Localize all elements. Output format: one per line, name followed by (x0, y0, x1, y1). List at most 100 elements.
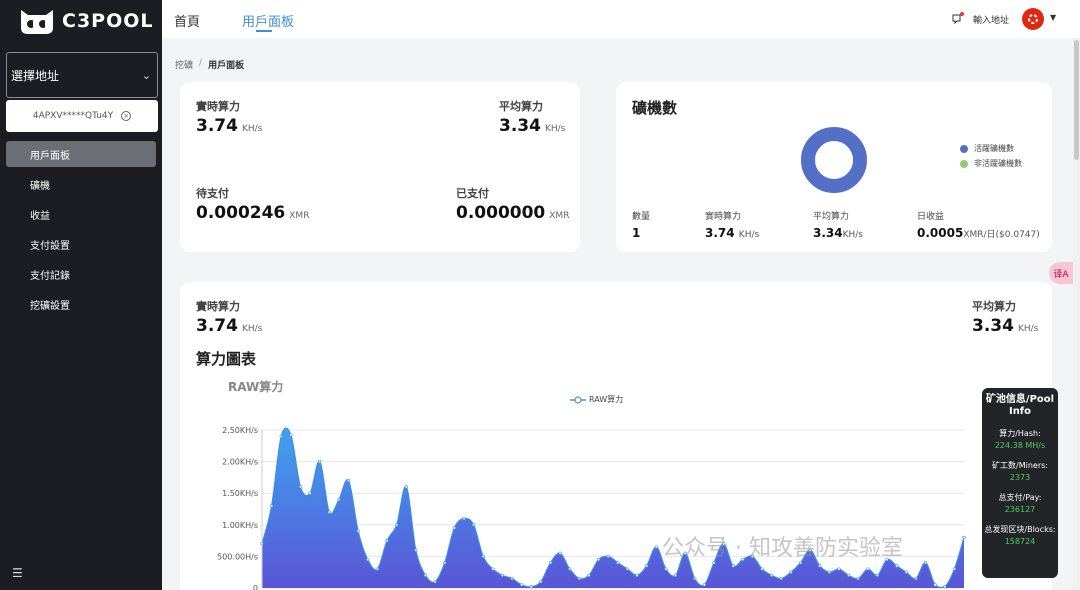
data-point[interactable] (923, 561, 928, 565)
data-point[interactable] (866, 567, 870, 571)
legend-inactive[interactable]: 非活躍礦機數 (960, 158, 1022, 169)
scrollbar-thumb[interactable] (1074, 40, 1079, 160)
data-point[interactable] (414, 548, 418, 552)
breadcrumb-root[interactable]: 挖礦 (175, 58, 193, 71)
breadcrumb: 挖礦 / 用戶面板 (175, 58, 244, 71)
data-point[interactable] (847, 573, 851, 577)
series-area[interactable] (262, 428, 964, 588)
data-point[interactable] (856, 576, 860, 581)
hashrate-area-chart[interactable]: 0 500.00H/s 1.00KH/s 1.50KH/s 2.00KH/s 2.50KH… (180, 282, 1052, 590)
y-tick-label: 2.50KH/s (222, 426, 258, 435)
data-point[interactable] (673, 573, 678, 577)
sidebar-item-payment-records[interactable]: 支付記錄 (6, 261, 156, 287)
data-point[interactable] (471, 523, 476, 527)
data-point[interactable] (943, 585, 947, 589)
data-point[interactable] (914, 576, 918, 581)
data-point[interactable] (568, 567, 572, 571)
data-point[interactable] (356, 529, 360, 533)
stat-value: 0.0005XMR/日($0.0747) (917, 226, 1040, 240)
data-point[interactable] (895, 564, 899, 568)
data-point[interactable] (279, 434, 283, 438)
data-point[interactable] (625, 567, 630, 571)
sidebar-item-mining-settings[interactable]: 挖礦設置 (6, 291, 156, 317)
data-point[interactable] (837, 567, 841, 571)
sidebar-item-dashboard[interactable]: 用戶面板 (6, 141, 156, 167)
data-point[interactable] (664, 567, 668, 571)
miners-card: 礦機數 活躍礦機數 非活躍礦機數 數量 1 實時算力 3.74 KH/s 平均算… (616, 82, 1052, 252)
data-point[interactable] (481, 554, 485, 559)
data-point[interactable] (327, 510, 331, 514)
data-point[interactable] (404, 485, 408, 489)
sidebar-item-earnings[interactable]: 收益 (6, 201, 156, 227)
data-point[interactable] (962, 535, 966, 540)
data-point[interactable] (933, 583, 937, 587)
data-point[interactable] (693, 576, 697, 581)
donut-active-slice[interactable] (801, 127, 867, 193)
stat-label: 實時算力 (705, 212, 742, 222)
data-point[interactable] (645, 564, 649, 568)
data-point[interactable] (904, 570, 908, 574)
data-point[interactable] (452, 526, 456, 530)
data-point[interactable] (548, 561, 553, 565)
sidebar-item-payment-settings[interactable]: 支付設置 (6, 231, 156, 257)
data-point[interactable] (462, 516, 466, 521)
data-point[interactable] (520, 583, 524, 587)
input-address-link[interactable]: 輸入地址 (973, 13, 1009, 26)
data-point[interactable] (366, 557, 370, 562)
sidebar-item-miners[interactable]: 礦機 (6, 171, 156, 197)
data-point[interactable] (596, 557, 601, 562)
data-point[interactable] (529, 585, 533, 589)
data-point[interactable] (731, 564, 735, 568)
data-point[interactable] (827, 570, 831, 574)
legend-active[interactable]: 活躍礦機數 (960, 143, 1014, 154)
caret-down-icon[interactable]: ▼ (1050, 13, 1056, 22)
data-point[interactable] (818, 564, 822, 568)
data-point[interactable] (346, 478, 351, 483)
data-point[interactable] (577, 576, 581, 581)
data-point[interactable] (443, 561, 447, 565)
data-point[interactable] (760, 567, 764, 571)
data-point[interactable] (395, 523, 399, 527)
tab-home[interactable]: 首頁 (174, 11, 200, 30)
data-point[interactable] (298, 485, 303, 489)
data-point[interactable] (375, 567, 379, 571)
data-point[interactable] (654, 545, 658, 549)
data-point[interactable] (779, 576, 783, 581)
data-point[interactable] (337, 497, 341, 502)
data-point[interactable] (510, 576, 514, 581)
data-point[interactable] (789, 570, 793, 574)
legend-dot-inactive (960, 159, 968, 168)
data-point[interactable] (491, 567, 495, 571)
data-point[interactable] (433, 580, 437, 584)
translate-float-button[interactable]: 译A (1049, 262, 1073, 284)
avg-hash-stat: 平均算力 3.34 KH/s (499, 98, 565, 136)
data-point[interactable] (308, 491, 312, 495)
data-point[interactable] (952, 567, 956, 571)
data-point[interactable] (423, 573, 428, 577)
data-point[interactable] (635, 573, 639, 577)
close-icon[interactable]: × (121, 111, 132, 121)
data-point[interactable] (289, 433, 293, 437)
hashrate-chart-card: 實時算力 3.74 KH/s 平均算力 3.34 KH/s 算力圖表 RAW算力 R… (180, 282, 1052, 590)
data-point[interactable] (558, 551, 562, 555)
data-point[interactable] (385, 539, 389, 543)
notification-icon[interactable] (952, 12, 964, 24)
data-point[interactable] (770, 573, 774, 577)
menu-toggle-icon[interactable]: ☰ (12, 566, 23, 580)
data-point[interactable] (702, 583, 706, 587)
data-point[interactable] (270, 504, 274, 508)
data-point[interactable] (318, 460, 322, 464)
data-point[interactable] (606, 554, 610, 559)
sidebar-item-label: 用戶面板 (30, 150, 70, 162)
selected-address-chip[interactable]: 4APXV*****QTu4Y × (6, 100, 158, 132)
brand-logo[interactable]: C3POOL (18, 6, 154, 36)
data-point[interactable] (500, 573, 505, 577)
tab-dashboard[interactable]: 用戶面板 (242, 11, 294, 30)
address-select[interactable]: 選擇地址 ⌄ (6, 52, 158, 98)
miners-donut-chart[interactable] (800, 126, 868, 194)
hong-kong-flag-icon[interactable] (1022, 8, 1044, 30)
data-point[interactable] (616, 561, 620, 565)
data-point[interactable] (587, 573, 591, 577)
data-point[interactable] (875, 573, 880, 577)
data-point[interactable] (539, 580, 543, 584)
